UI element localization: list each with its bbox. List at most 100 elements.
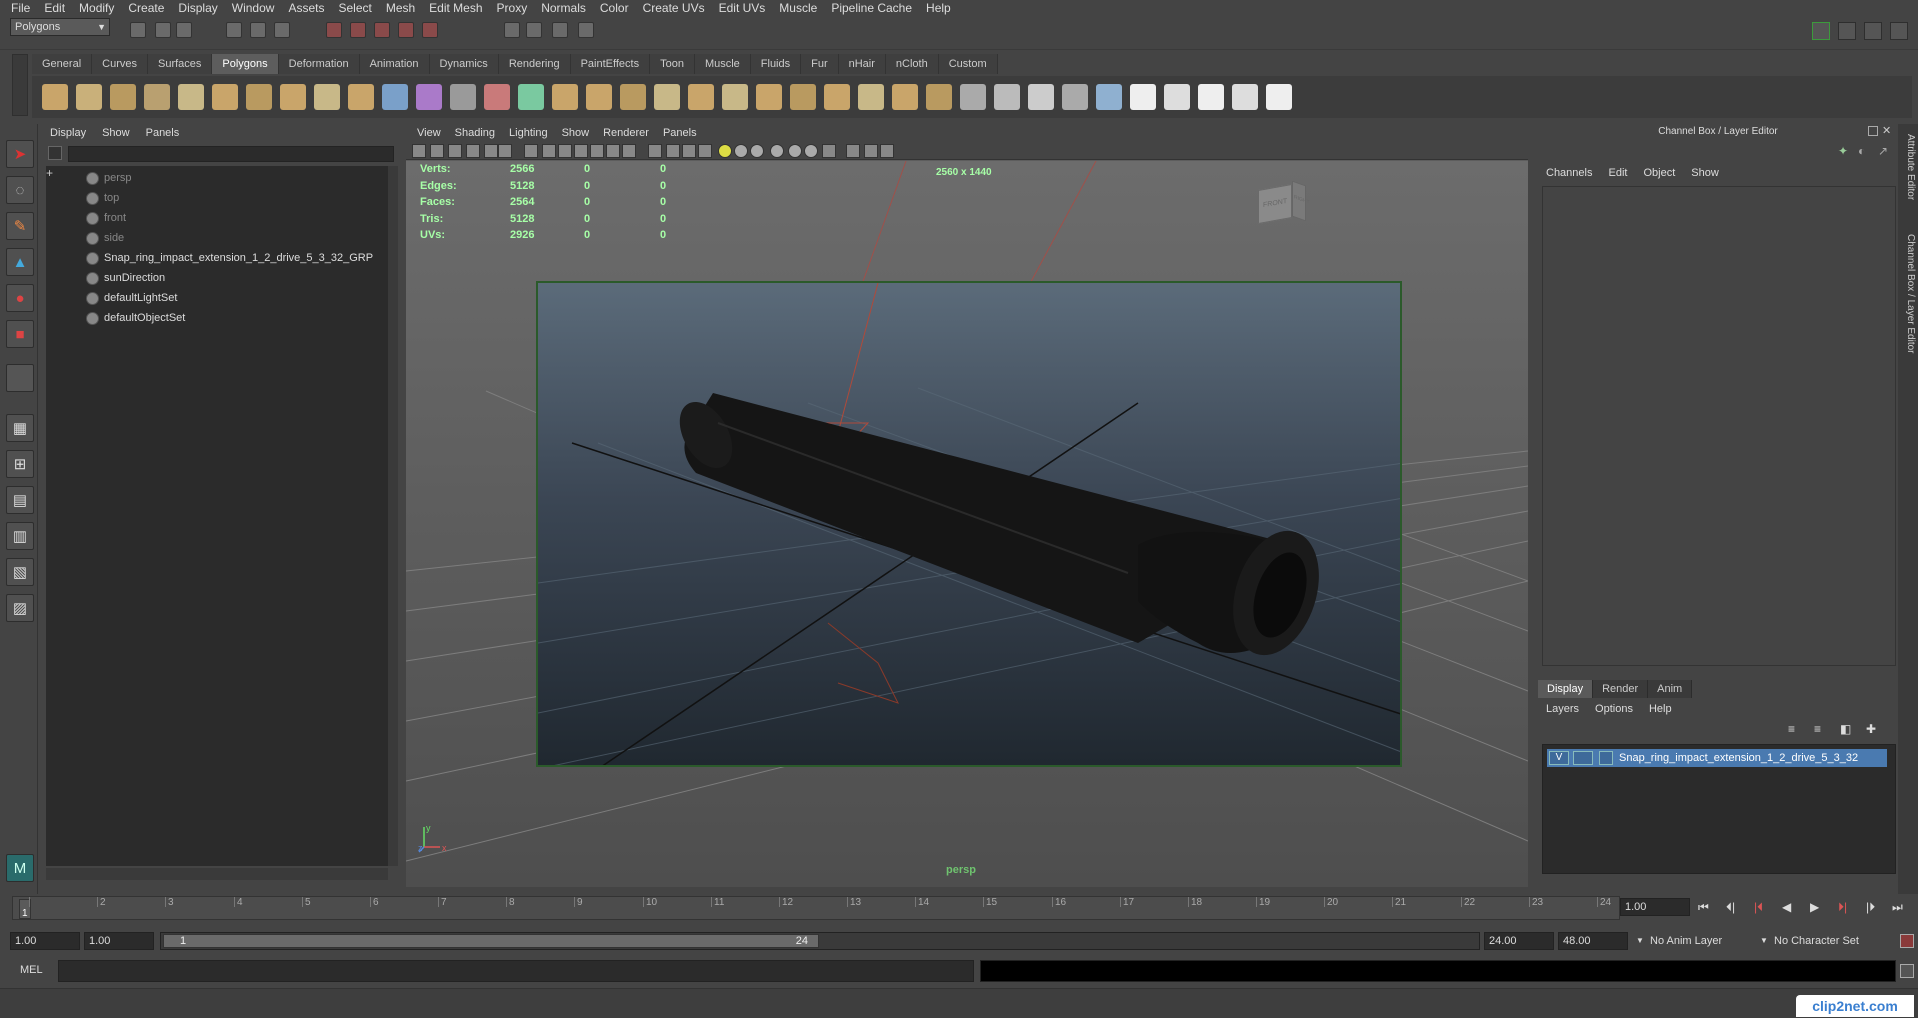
xray-icon[interactable] — [846, 144, 860, 158]
time-slider-track[interactable]: 1 2 3 4 5 6 7 8 9 10 11 12 13 14 15 16 17 18 19 20 21 22 23 24 — [12, 896, 1620, 920]
layer-tab-anim[interactable]: Anim — [1648, 680, 1693, 698]
grid-toggle-icon[interactable] — [524, 144, 538, 158]
move-tool-icon[interactable]: ▲ — [6, 248, 34, 276]
start-time-field[interactable]: 1.00 — [10, 932, 80, 950]
layer-color-swatch[interactable] — [1599, 751, 1613, 765]
layer-menu-options[interactable]: Options — [1587, 703, 1641, 715]
uv-layout-icon[interactable] — [1266, 84, 1292, 110]
channel-box-pin-icon[interactable]: ↗ — [1878, 144, 1888, 158]
menu-edit-mesh[interactable]: Edit Mesh — [422, 0, 489, 16]
outliner-persp-layout-icon[interactable]: ▤ — [6, 486, 34, 514]
menu-create[interactable]: Create — [121, 0, 171, 16]
shelf-handle[interactable] — [12, 54, 28, 116]
attribute-editor-tab[interactable]: Attribute Editor — [1900, 134, 1916, 200]
playback-end-field[interactable]: 24.00 — [1484, 932, 1554, 950]
range-slider-handle[interactable]: 1 24 — [163, 934, 819, 948]
bevel-icon[interactable] — [790, 84, 816, 110]
split-polygon-icon[interactable] — [654, 84, 680, 110]
checker-one-icon[interactable] — [1130, 84, 1156, 110]
step-back-key-icon[interactable]: |⏴ — [1754, 900, 1763, 915]
smooth-icon[interactable] — [450, 84, 476, 110]
depth-of-field-icon[interactable] — [804, 144, 818, 158]
menu-select[interactable]: Select — [331, 0, 378, 16]
bookmarks-icon[interactable] — [448, 144, 462, 158]
play-backwards-icon[interactable]: ◀ — [1782, 900, 1791, 914]
poly-soccer-ball-icon[interactable] — [348, 84, 374, 110]
outliner-item[interactable]: persp — [86, 168, 132, 188]
menu-edit-uvs[interactable]: Edit UVs — [712, 0, 773, 16]
view-cube[interactable]: FRONT RIGHT — [1254, 177, 1310, 233]
viewport-menu-view[interactable]: View — [410, 127, 448, 139]
layer-display-type-toggle[interactable] — [1573, 751, 1593, 765]
viewport-menu-show[interactable]: Show — [555, 127, 597, 139]
menu-edit[interactable]: Edit — [37, 0, 72, 16]
select-tool-icon[interactable]: ➤ — [6, 140, 34, 168]
poly-plane-icon[interactable] — [178, 84, 204, 110]
go-to-end-icon[interactable]: ⏭ — [1892, 900, 1903, 915]
2d-pan-zoom-icon[interactable] — [484, 144, 498, 158]
select-hierarchy-icon[interactable] — [226, 22, 242, 38]
open-scene-icon[interactable] — [155, 22, 171, 38]
four-pane-layout-icon[interactable]: ⊞ — [6, 450, 34, 478]
menu-help[interactable]: Help — [919, 0, 958, 16]
wireframe-on-shaded-icon[interactable] — [682, 144, 696, 158]
channel-box-help-icon[interactable]: ◐ — [1858, 144, 1865, 158]
channel-box-tab[interactable]: Channel Box / Layer Editor — [1900, 234, 1916, 354]
wedge-icon[interactable] — [858, 84, 884, 110]
new-scene-icon[interactable] — [130, 22, 146, 38]
poly-cube-icon[interactable] — [76, 84, 102, 110]
single-pane-layout-icon[interactable]: ▦ — [6, 414, 34, 442]
menu-color[interactable]: Color — [593, 0, 636, 16]
ipr-render-icon[interactable] — [552, 22, 568, 38]
rotate-tool-icon[interactable]: ● — [6, 284, 34, 312]
multisample-aa-icon[interactable] — [788, 144, 802, 158]
menu-window[interactable]: Window — [225, 0, 282, 16]
shadows-icon[interactable] — [734, 144, 748, 158]
command-language-toggle[interactable]: MEL — [20, 964, 43, 976]
cylindrical-mapping-icon[interactable] — [994, 84, 1020, 110]
construction-history-icon[interactable] — [504, 22, 520, 38]
extract-icon[interactable] — [484, 84, 510, 110]
bridge-icon[interactable] — [586, 84, 612, 110]
channel-box-menu-channels[interactable]: Channels — [1538, 167, 1600, 179]
menu-create-uvs[interactable]: Create UVs — [636, 0, 712, 16]
channel-box-float-icon[interactable] — [1868, 126, 1878, 136]
shelf-tab-fluids[interactable]: Fluids — [750, 54, 802, 74]
shelf-tab-ncloth[interactable]: nCloth — [885, 54, 939, 74]
separate-icon[interactable] — [416, 84, 442, 110]
safe-title-icon[interactable] — [622, 144, 636, 158]
layer-tab-render[interactable]: Render — [1593, 680, 1649, 698]
move-layer-up-icon[interactable]: ≡ — [1788, 722, 1795, 736]
checker-four-icon[interactable] — [1232, 84, 1258, 110]
outliner-menu-show[interactable]: Show — [94, 127, 138, 139]
scale-tool-icon[interactable]: ■ — [6, 320, 34, 348]
3d-viewport[interactable]: Verts: 2566 0 0 Edges: 5128 0 0 Faces: 2564 0 0 Tris… — [406, 161, 1528, 887]
channel-box-menu-edit[interactable]: Edit — [1600, 167, 1635, 179]
outliner-item[interactable]: front — [86, 208, 126, 228]
chamfer-vertex-icon[interactable] — [926, 84, 952, 110]
resolution-gate-icon[interactable] — [558, 144, 572, 158]
offset-edge-loop-icon[interactable] — [722, 84, 748, 110]
layer-visibility-toggle[interactable]: V — [1549, 751, 1569, 765]
menu-mesh[interactable]: Mesh — [379, 0, 422, 16]
shelf-tab-dynamics[interactable]: Dynamics — [429, 54, 499, 74]
menu-muscle[interactable]: Muscle — [772, 0, 824, 16]
channel-box-toggle-icon[interactable] — [1890, 22, 1908, 40]
go-to-start-icon[interactable]: ⏮ — [1698, 900, 1709, 915]
outliner-item[interactable]: defaultLightSet — [86, 288, 177, 308]
shelf-tab-rendering[interactable]: Rendering — [498, 54, 571, 74]
extrude-icon[interactable] — [756, 84, 782, 110]
poly-sphere-icon[interactable] — [42, 84, 68, 110]
checker-three-icon[interactable] — [1198, 84, 1224, 110]
outliner-item[interactable]: side — [86, 228, 124, 248]
poly-torus-icon[interactable] — [212, 84, 238, 110]
checker-two-icon[interactable] — [1164, 84, 1190, 110]
xray-joints-icon[interactable] — [864, 144, 878, 158]
select-component-icon[interactable] — [274, 22, 290, 38]
shelf-tab-custom[interactable]: Custom — [938, 54, 998, 74]
persp-graph-layout-icon[interactable]: ▥ — [6, 522, 34, 550]
viewport-menu-renderer[interactable]: Renderer — [596, 127, 656, 139]
tool-settings-toggle-icon[interactable] — [1864, 22, 1882, 40]
viewport-menu-shading[interactable]: Shading — [448, 127, 502, 139]
use-all-lights-icon[interactable] — [718, 144, 732, 158]
